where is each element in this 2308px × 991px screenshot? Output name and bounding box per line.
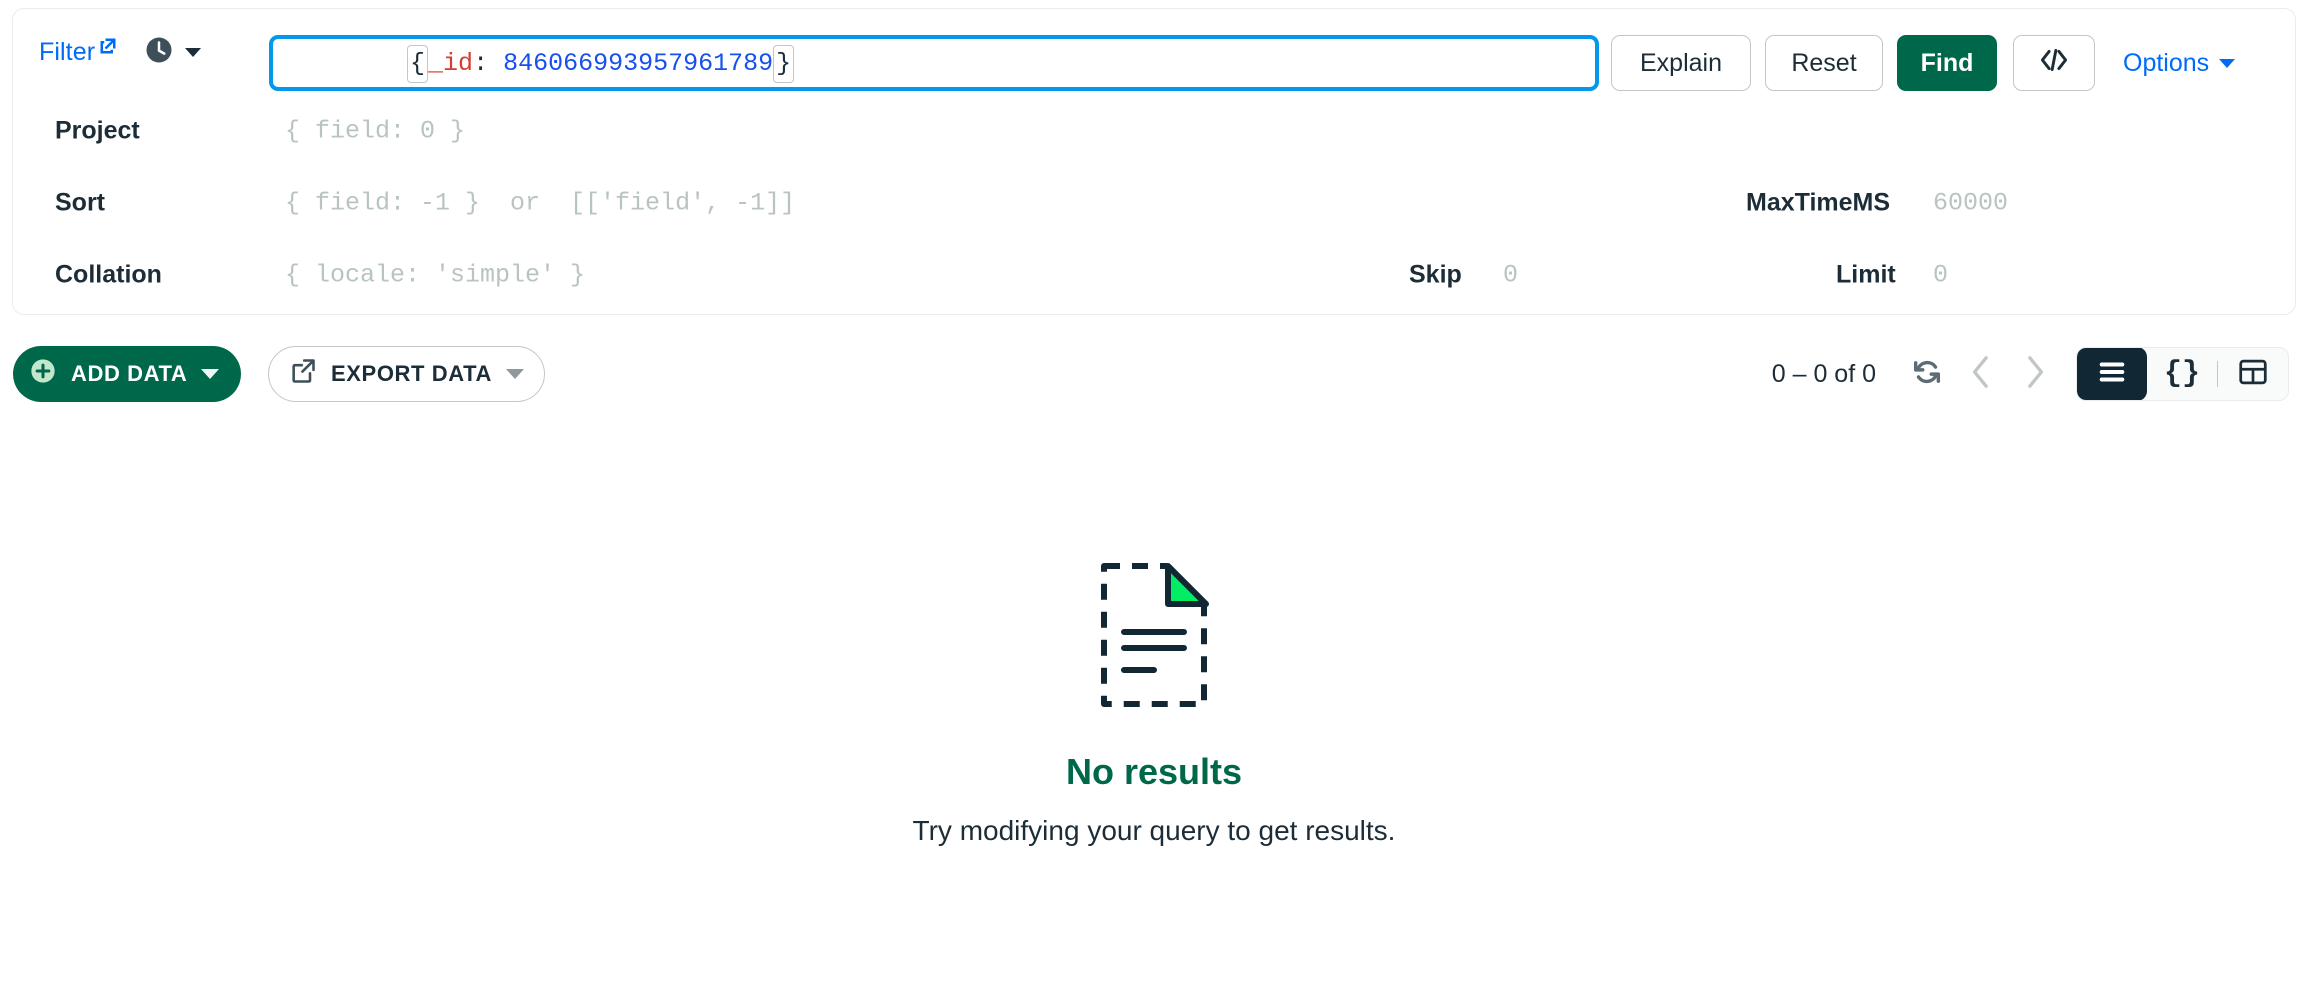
skip-input[interactable]: 0: [1503, 261, 1518, 290]
caret-down-icon: [201, 369, 220, 379]
maxtimems-label: MaxTimeMS: [1746, 188, 1891, 217]
documents-toolbar: ADD DATA EXPORT DATA 0 – 0 of 0 {}: [0, 340, 2308, 414]
limit-label: Limit: [1836, 260, 1896, 289]
reset-button[interactable]: Reset: [1765, 35, 1883, 91]
compass-documents-view: Filter {_id: 846066993957961789} Expla…: [0, 0, 2308, 991]
explain-button[interactable]: Explain: [1611, 35, 1751, 91]
maxtimems-input[interactable]: 60000: [1933, 189, 2008, 218]
clock-icon: [144, 35, 174, 70]
view-type-toggle: {}: [2076, 347, 2289, 401]
export-data-label: EXPORT DATA: [331, 361, 493, 386]
filter-input[interactable]: {_id: 846066993957961789}: [269, 35, 1599, 91]
filter-key: _id: [428, 48, 474, 78]
skip-label: Skip: [1409, 260, 1462, 289]
add-data-button[interactable]: ADD DATA: [13, 346, 242, 402]
add-data-label: ADD DATA: [71, 361, 188, 386]
options-label: Options: [2123, 48, 2210, 77]
chevron-left-icon: [1966, 354, 1996, 395]
filter-link[interactable]: Filter: [39, 38, 118, 67]
export-to-language-button[interactable]: [2013, 35, 2095, 91]
chevron-down-icon: [185, 47, 202, 57]
export-data-button[interactable]: EXPORT DATA: [268, 346, 546, 402]
chevron-right-icon: [2020, 354, 2050, 395]
next-page-button[interactable]: [2008, 347, 2062, 401]
project-row: Project { field: 0 }: [13, 95, 2295, 167]
filter-number: 846066993957961789: [503, 48, 774, 78]
collation-label: Collation: [55, 260, 162, 289]
list-view-icon: [2097, 359, 2127, 390]
sort-label: Sort: [55, 188, 105, 217]
view-json-button[interactable]: {}: [2147, 348, 2217, 400]
caret-down-icon: [506, 369, 525, 379]
sort-row: Sort { field: -1 } or [['field', -1]] Ma…: [13, 167, 2295, 239]
query-bar-panel: Filter {_id: 846066993957961789} Expla…: [12, 8, 2296, 315]
collation-input[interactable]: { locale: 'simple' }: [285, 261, 585, 290]
view-table-button[interactable]: [2218, 348, 2288, 400]
empty-document-icon: [1098, 560, 1210, 715]
previous-page-button[interactable]: [1954, 347, 2008, 401]
filter-label: Filter: [39, 37, 96, 66]
plus-circle-icon: [29, 357, 57, 391]
project-label: Project: [55, 116, 140, 145]
empty-results-state: No results Try modifying your query to g…: [0, 560, 2308, 847]
filter-open-brace: {: [407, 44, 429, 83]
table-view-icon: [2238, 357, 2268, 392]
json-view-icon: {}: [2163, 357, 2200, 391]
limit-input[interactable]: 0: [1933, 261, 1948, 290]
export-icon: [289, 357, 317, 391]
empty-state-subtitle: Try modifying your query to get results.: [912, 815, 1396, 846]
sort-input[interactable]: { field: -1 } or [['field', -1]]: [285, 189, 795, 218]
filter-colon: :: [473, 48, 504, 78]
project-input[interactable]: { field: 0 }: [285, 117, 465, 146]
options-toggle[interactable]: Options: [2123, 35, 2236, 91]
collation-row: Collation { locale: 'simple' } Skip 0 Li…: [13, 239, 2295, 311]
find-button[interactable]: Find: [1897, 35, 1997, 91]
refresh-button[interactable]: [1900, 347, 1954, 401]
empty-state-title: No results: [1065, 751, 1243, 792]
query-history-button[interactable]: [144, 35, 202, 70]
chevron-down-icon: [2219, 58, 2236, 68]
pagination-controls: 0 – 0 of 0 {}: [1772, 346, 2289, 402]
code-brackets-icon: [2039, 48, 2069, 78]
pagination-count: 0 – 0 of 0: [1771, 359, 1876, 388]
external-link-icon: [98, 34, 118, 63]
view-list-button[interactable]: [2077, 348, 2147, 400]
refresh-icon: [1910, 355, 1944, 394]
filter-close-brace: }: [773, 44, 795, 83]
